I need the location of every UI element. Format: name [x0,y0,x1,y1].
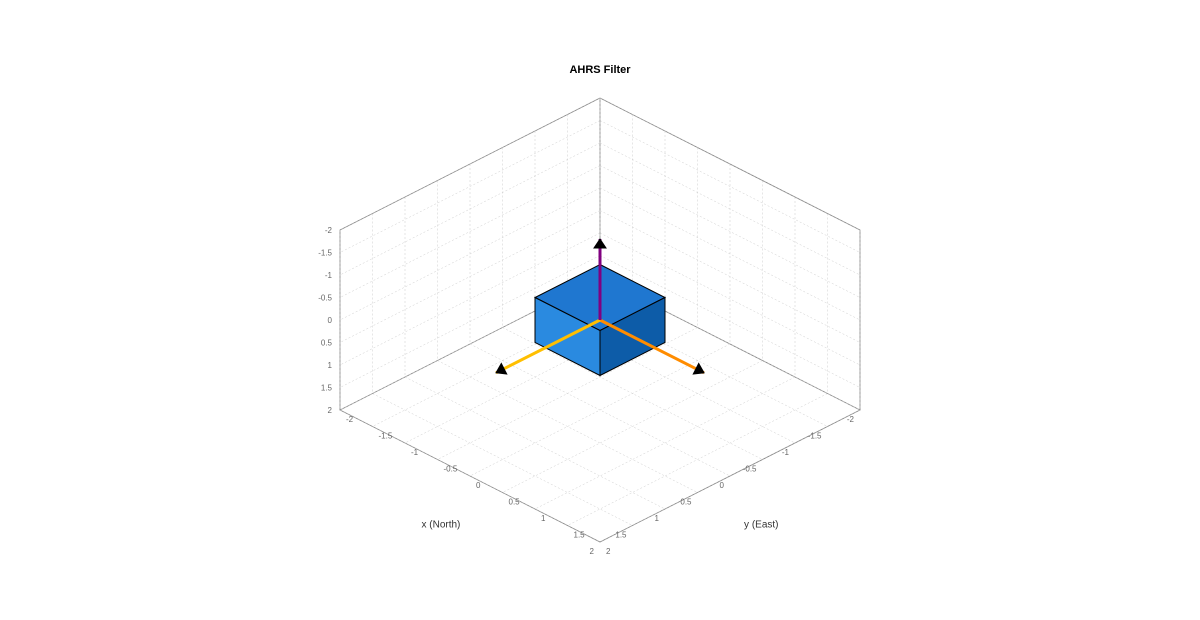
svg-text:0.5: 0.5 [680,498,692,507]
svg-text:-1: -1 [325,271,333,280]
svg-text:1: 1 [328,361,333,370]
svg-text:1.5: 1.5 [574,531,586,540]
svg-text:1: 1 [541,514,546,523]
figure: AHRS Filter -2-1.5-1-0.500.511.52-2-1.5-… [300,50,900,570]
svg-text:1.5: 1.5 [321,384,333,393]
svg-text:0.5: 0.5 [321,339,333,348]
svg-text:2: 2 [328,406,333,415]
x-axis-label: x (North) [422,520,461,531]
svg-text:-1: -1 [782,448,790,457]
svg-text:-0.5: -0.5 [318,294,332,303]
svg-text:-1: -1 [411,448,419,457]
svg-text:-1.5: -1.5 [318,249,332,258]
axes-3d[interactable]: -2 -1.5 -1 -0.5 0 0.5 1 1.5 2 -2 -1.5 -1 -0.5 0 0.5 1 1.… [300,50,900,570]
svg-text:-2: -2 [346,415,354,424]
svg-text:-0.5: -0.5 [444,465,458,474]
svg-text:-2: -2 [325,226,333,235]
svg-text:-0.5: -0.5 [743,465,757,474]
svg-text:0: 0 [720,481,725,490]
chart-title: AHRS Filter [300,64,900,76]
svg-text:0: 0 [476,481,481,490]
svg-text:0: 0 [328,316,333,325]
svg-text:1.5: 1.5 [615,531,627,540]
y-axis-label: y (East) [744,520,778,531]
svg-text:2: 2 [590,547,595,556]
svg-text:2: 2 [606,547,611,556]
svg-text:-1.5: -1.5 [379,432,393,441]
svg-text:-2: -2 [847,415,855,424]
svg-text:1: 1 [655,514,660,523]
svg-text:-1.5: -1.5 [808,432,822,441]
svg-text:0.5: 0.5 [509,498,521,507]
